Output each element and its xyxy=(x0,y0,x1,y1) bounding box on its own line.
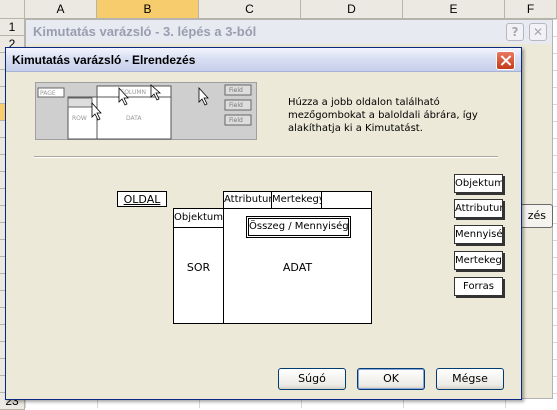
select-all-corner[interactable] xyxy=(0,0,25,19)
thumb-field-label: Field xyxy=(229,102,243,109)
instruction-text: Húzza a jobb oldalon található mezőgombo… xyxy=(288,97,478,134)
column-field-empty[interactable] xyxy=(321,191,372,209)
layout-illustration-graphic: PAGE COLUMN ROW DATA Field Field Field xyxy=(37,84,252,140)
layout-dialog: Kimutatás varázsló - Elrendezés PAGE COL… xyxy=(5,47,522,400)
row-field-objektum[interactable]: Objektum xyxy=(173,208,224,228)
thumb-row-label: ROW xyxy=(72,115,87,122)
close-icon[interactable]: ✕ xyxy=(529,23,547,41)
cancel-button[interactable]: Mégse xyxy=(436,368,504,390)
column-header-b[interactable]: B xyxy=(97,0,199,19)
thumb-field-label: Field xyxy=(229,117,243,124)
background-wizard-titlebar: Kimutatás varázsló - 3. lépés a 3-ból ? … xyxy=(26,20,552,44)
thumb-field-label: Field xyxy=(229,87,243,94)
dialog-title: Kimutatás varázsló - Elrendezés xyxy=(12,53,196,67)
row-header-1[interactable]: 1 xyxy=(0,19,25,36)
page-area-label: OLDAL xyxy=(123,193,161,206)
column-header-e[interactable]: E xyxy=(403,0,505,19)
thumb-data-label: DATA xyxy=(126,115,142,122)
layout-illustration: PAGE COLUMN ROW DATA Field Field Field xyxy=(35,82,257,140)
ok-button[interactable]: OK xyxy=(357,368,425,390)
page-field-area[interactable]: OLDAL xyxy=(117,191,167,207)
column-header-c[interactable]: C xyxy=(199,0,301,19)
column-header-a[interactable]: A xyxy=(25,0,97,19)
row-area-label: SOR xyxy=(186,261,211,274)
row-field-area[interactable]: Objektum SOR xyxy=(173,208,224,324)
separator xyxy=(34,156,498,158)
thumb-page-label: PAGE xyxy=(40,90,56,97)
help-icon[interactable]: ? xyxy=(506,23,524,41)
background-wizard-title: Kimutatás varázsló - 3. lépés a 3-ból xyxy=(33,24,257,39)
data-area-label: ADAT xyxy=(282,261,313,274)
field-button-attributum[interactable]: Attributum xyxy=(454,199,503,218)
dialog-titlebar[interactable]: Kimutatás varázsló - Elrendezés xyxy=(6,48,521,72)
field-button-objektum[interactable]: Objektum xyxy=(454,174,503,193)
data-field-area[interactable]: Összeg / Mennyiség ADAT xyxy=(223,208,372,324)
field-button-mennyiseg[interactable]: Mennyiség xyxy=(454,225,503,244)
data-field-sum-quantity[interactable]: Összeg / Mennyiség xyxy=(246,216,351,238)
column-header-f[interactable]: F xyxy=(505,0,557,19)
field-button-mertekegy[interactable]: Mertekegy xyxy=(454,251,503,270)
help-button[interactable]: Súgó xyxy=(278,368,346,390)
column-field-attributum[interactable]: Attributum xyxy=(223,191,272,209)
field-button-forras[interactable]: Forras xyxy=(454,277,503,296)
column-header-d[interactable]: D xyxy=(301,0,403,19)
column-field-mertekegy[interactable]: Mertekegy xyxy=(271,191,322,209)
close-button[interactable] xyxy=(496,51,515,70)
